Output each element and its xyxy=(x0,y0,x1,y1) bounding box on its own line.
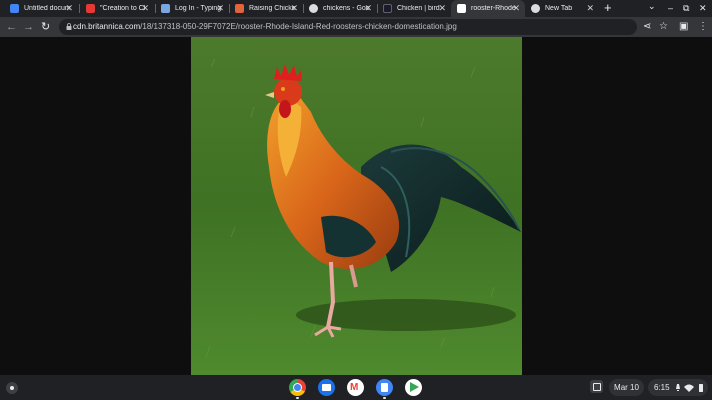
minimize-button[interactable]: – xyxy=(668,2,673,14)
restore-button[interactable]: ⧉ xyxy=(683,2,689,14)
close-tab-icon[interactable]: ✕ xyxy=(141,3,149,13)
google-icon xyxy=(309,4,318,13)
url-path: /18/137318-050-29F7072E/rooster-Rhode-Is… xyxy=(140,22,457,31)
tab-search-button[interactable]: ⌄ xyxy=(648,0,656,12)
wifi-icon xyxy=(683,384,694,392)
docs-app-icon[interactable] xyxy=(376,379,393,399)
tote-icon[interactable] xyxy=(590,380,603,393)
docs-icon xyxy=(10,4,19,13)
heart-icon xyxy=(86,4,95,13)
url-host: cdn.britannica.com xyxy=(73,22,141,31)
battery-icon xyxy=(698,383,703,392)
close-tab-icon[interactable]: ✕ xyxy=(65,3,73,13)
tab-title: New Tab xyxy=(545,5,573,12)
close-window-button[interactable]: ✕ xyxy=(699,2,707,14)
tab-rooster-image[interactable]: rooster-Rhode- ✕ xyxy=(451,0,525,17)
url-text[interactable]: cdn.britannica.com/18/137318-050-29F7072… xyxy=(73,22,457,31)
tab-chickens-google[interactable]: chickens - Goo ✕ xyxy=(303,0,377,17)
back-button[interactable]: ← xyxy=(6,21,17,33)
status-tray[interactable]: 6:15 xyxy=(648,379,708,396)
tab-chicken-bird[interactable]: Chicken | bird ✕ xyxy=(377,0,451,17)
britannica-icon xyxy=(383,4,392,13)
clock-text: 6:15 xyxy=(654,383,670,392)
gmail-app-icon[interactable]: M xyxy=(347,379,364,396)
close-tab-icon[interactable]: ✕ xyxy=(290,3,298,13)
tab-untitled-document[interactable]: Untitled docum ✕ xyxy=(4,0,78,17)
tab-typing-login[interactable]: Log In - Typing ✕ xyxy=(155,0,229,17)
address-bar[interactable]: cdn.britannica.com/18/137318-050-29F7072… xyxy=(59,19,637,35)
forward-button[interactable]: → xyxy=(23,21,34,33)
files-app-icon[interactable] xyxy=(318,379,335,396)
close-tab-icon[interactable]: ✕ xyxy=(586,3,594,13)
rooster-photo[interactable] xyxy=(191,37,522,375)
side-panel-icon[interactable]: ▣ xyxy=(679,21,688,33)
close-tab-icon[interactable]: ✕ xyxy=(438,3,446,13)
typing-icon xyxy=(161,4,170,13)
tab-new-tab[interactable]: New Tab ✕ xyxy=(525,0,599,17)
tab-title: Untitled docum xyxy=(24,5,70,12)
os-shelf: M Mar 10 6:15 xyxy=(0,375,712,400)
play-store-app-icon[interactable] xyxy=(405,379,422,396)
tab-raising-chickens[interactable]: Raising Chicke ✕ xyxy=(229,0,303,17)
tab-title: Raising Chicke xyxy=(249,5,295,12)
tab-title: "Creation to Cl xyxy=(100,5,146,12)
close-tab-icon[interactable]: ✕ xyxy=(512,3,520,13)
bookmark-star-icon[interactable]: ☆ xyxy=(659,21,668,33)
reload-button[interactable]: ↻ xyxy=(41,21,50,33)
tab-title: chickens - Goo xyxy=(323,5,369,12)
menu-icon[interactable]: ⋮ xyxy=(698,21,708,33)
tab-title: rooster-Rhode- xyxy=(471,5,517,12)
chrome-app-icon[interactable] xyxy=(289,379,306,399)
date-tray[interactable]: Mar 10 xyxy=(609,379,644,396)
date-text: Mar 10 xyxy=(614,383,639,392)
system-status-icons xyxy=(675,383,703,392)
tab-title: Chicken | bird xyxy=(397,5,440,12)
new-tab-button[interactable]: + xyxy=(604,1,612,15)
notification-icon xyxy=(675,383,680,391)
close-tab-icon[interactable]: ✕ xyxy=(216,3,224,13)
tab-creation[interactable]: "Creation to Cl ✕ xyxy=(80,0,154,17)
chrome-icon xyxy=(531,4,540,13)
tab-strip: Untitled docum ✕ "Creation to Cl ✕ Log I… xyxy=(0,0,712,17)
launcher-button[interactable] xyxy=(6,382,18,394)
image-viewer xyxy=(0,37,712,375)
page-icon xyxy=(457,4,466,13)
browser-toolbar: ← → ↻ cdn.britannica.com/18/137318-050-2… xyxy=(0,17,712,37)
chicken-site-icon xyxy=(235,4,244,13)
share-icon[interactable]: ⋖ xyxy=(643,21,651,33)
tab-title: Log In - Typing xyxy=(175,5,221,12)
lock-icon[interactable] xyxy=(66,23,72,30)
close-tab-icon[interactable]: ✕ xyxy=(364,3,372,13)
